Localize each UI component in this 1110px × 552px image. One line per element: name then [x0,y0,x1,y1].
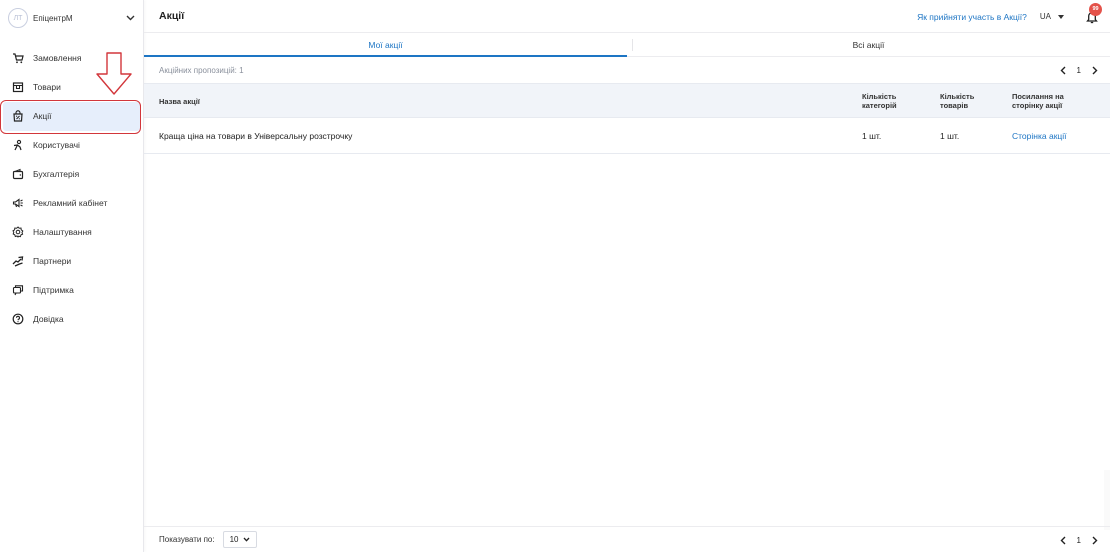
sidebar-item-promotions[interactable]: Акції [0,100,144,134]
promotions-count: Акційних пропозицій: 1 [159,65,244,75]
sidebar-item-settings[interactable]: Налаштування [0,217,144,246]
help-link[interactable]: Як прийняти участь в Акції? [917,12,1027,22]
sidebar-item-label: Партнери [33,255,72,266]
list-toolbar: Акційних пропозицій: 1 1 [144,57,1110,83]
chevron-down-icon [243,537,249,542]
table-header: Назва акції Кількість категорій Кількіст… [144,83,1110,118]
top-header: Акції Як прийняти участь в Акції? UA 99 [144,0,1110,33]
header-actions: Як прийняти участь в Акції? UA 99 [917,0,1102,33]
notifications-button[interactable]: 99 [1084,2,1102,25]
user-icon [12,139,24,151]
sidebar-item-label: Замовлення [33,52,82,63]
sidebar-item-label: Товари [33,81,61,92]
tab-divider [632,39,633,51]
table-footer: Показувати по: 10 1 [144,526,1110,552]
cell-products-count: 1 шт. [940,131,960,141]
sidebar-item-label: Підтримка [33,284,74,295]
tab-all-promotions[interactable]: Всі акції [627,33,1110,56]
sidebar-item-label: Рекламний кабінет [33,197,108,208]
sidebar-item-label: Довідка [33,313,64,324]
discount-bag-icon [12,109,24,122]
sidebar-item-help[interactable]: Довідка [0,304,144,333]
chevron-right-icon[interactable] [1090,64,1100,76]
tabs: Мої акції Всі акції [144,33,1110,57]
sidebar: ЛТ ЕпіцентрМ Замовлення Товари Акції Кор… [0,0,144,552]
rows-per-page-label: Показувати по: [159,535,215,544]
pagination-bottom: 1 [1058,527,1100,552]
column-header-name: Назва акції [159,97,200,106]
app-root: ЛТ ЕпіцентрМ Замовлення Товари Акції Кор… [0,0,1110,552]
scrollbar[interactable] [1104,470,1110,530]
sidebar-item-label: Налаштування [33,226,92,237]
tab-my-promotions[interactable]: Мої акції [144,33,627,57]
sidebar-item-partners[interactable]: Партнери [0,246,144,275]
sidebar-item-label: Акції [33,110,52,121]
handshake-icon [12,255,24,267]
notification-badge: 99 [1089,2,1102,16]
avatar: ЛТ [8,8,28,28]
sidebar-item-label: Бухгалтерія [33,168,80,179]
cell-promotion-name[interactable]: Краща ціна на товари в Універсальну розс… [159,118,352,154]
column-header-link: Посилання на сторінку акції [1012,92,1064,110]
annotation-arrow-icon [96,52,132,95]
caret-down-icon [1058,14,1064,19]
pagination-top: 1 [1058,57,1100,83]
chevron-right-icon[interactable] [1090,534,1100,546]
page-number[interactable]: 1 [1077,66,1081,75]
page-title: Акції [159,10,185,22]
language-value: UA [1039,12,1051,21]
page-number[interactable]: 1 [1077,536,1081,545]
gear-icon [12,225,24,238]
table-row[interactable]: Краща ціна на товари в Універсальну розс… [144,118,1110,154]
wallet-icon [12,168,24,180]
sidebar-item-label: Користувачі [33,139,80,150]
rows-per-page-value: 10 [229,535,239,544]
sidebar-item-accounting[interactable]: Бухгалтерія [0,159,144,188]
sidebar-item-support[interactable]: Підтримка [0,275,144,304]
sidebar-item-users[interactable]: Користувачі [0,130,144,159]
megaphone-icon [12,197,24,209]
store-icon [12,81,24,93]
cell-categories-count: 1 шт. [862,131,882,141]
chat-icon [12,284,24,296]
column-header-categories: Кількість категорій [862,92,897,110]
help-icon [12,313,24,325]
account-name: ЕпіцентрМ [33,13,73,23]
chevron-down-icon[interactable] [124,12,136,24]
chevron-left-icon[interactable] [1058,64,1068,76]
language-select[interactable]: UA [1040,12,1064,21]
cart-icon [12,52,24,64]
sidebar-item-ads[interactable]: Рекламний кабінет [0,188,144,217]
chevron-left-icon[interactable] [1058,534,1068,546]
account-switcher[interactable]: ЛТ ЕпіцентрМ [8,7,136,29]
rows-per-page-select[interactable]: 10 [222,531,257,548]
column-header-products: Кількість товарів [940,92,975,110]
promotion-page-link[interactable]: Сторінка акції [1012,118,1067,154]
